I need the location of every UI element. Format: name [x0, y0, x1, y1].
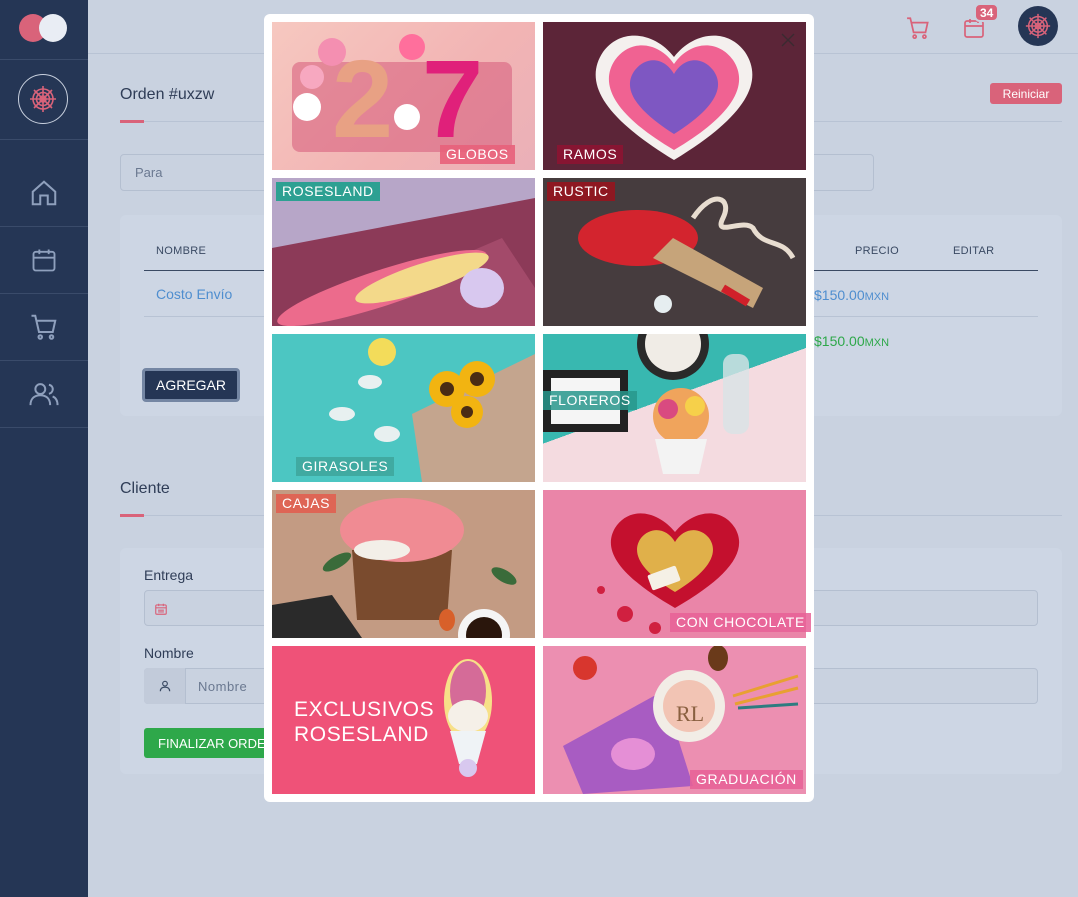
tile-label-con-chocolate: CON CHOCOLATE	[670, 613, 811, 632]
tile-label-girasoles: GIRASOLES	[296, 457, 395, 476]
title-accent	[120, 514, 144, 517]
tile-label-globos: GLOBOS	[440, 145, 515, 164]
sidebar	[0, 0, 88, 897]
divider	[0, 139, 88, 140]
svg-text:7: 7	[422, 38, 483, 161]
finish-order-button[interactable]: FINALIZAR ORDEN	[144, 728, 278, 758]
tile-label-ramos: RAMOS	[557, 145, 624, 164]
profile-avatar[interactable]	[18, 74, 68, 124]
delivery-label: Entrega	[144, 567, 194, 583]
rose-icon	[30, 86, 56, 112]
tile-label-floreros: FLOREROS	[543, 391, 637, 410]
item-link[interactable]: Costo Envío	[156, 286, 232, 302]
tile-label-cajas: CAJAS	[276, 494, 337, 513]
rose-icon	[1025, 13, 1051, 39]
cart-button[interactable]	[906, 16, 932, 45]
column-header-name: NOMBRE	[156, 245, 207, 257]
notification-badge: 34	[974, 3, 1000, 22]
name-placeholder: Nombre	[198, 679, 248, 694]
column-header-price: PRECIO	[855, 245, 899, 257]
row-price: $150.00MXN	[814, 287, 890, 303]
order-title: Orden #uxzw	[120, 86, 215, 103]
column-header-edit: EDITAR	[953, 245, 995, 257]
svg-text:RL: RL	[676, 701, 704, 726]
total-price: $150.00MXN	[814, 333, 890, 349]
cart-icon	[31, 314, 57, 340]
add-button[interactable]: AGREGAR	[142, 368, 240, 402]
tile-label-exclusivos: EXCLUSIVOS ROSESLAND	[294, 698, 435, 746]
tile-label-rustic: RUSTIC	[547, 182, 615, 201]
users-icon	[29, 383, 59, 406]
user-icon	[159, 680, 170, 692]
divider	[0, 59, 88, 60]
calendar-icon	[155, 603, 167, 615]
nav-home[interactable]	[0, 160, 88, 226]
title-accent	[120, 120, 144, 123]
calendar-icon	[32, 249, 56, 272]
logo-icon[interactable]	[19, 14, 67, 42]
divider	[0, 427, 88, 428]
close-icon[interactable]	[778, 30, 798, 50]
tile-label-graduacion: GRADUACIÓN	[690, 770, 803, 789]
user-avatar[interactable]	[1018, 6, 1058, 46]
reset-button[interactable]: Reiniciar	[990, 83, 1062, 104]
name-field-prefix	[144, 668, 186, 704]
svg-text:2: 2	[332, 38, 393, 161]
name-label: Nombre	[144, 645, 194, 661]
nav-cart[interactable]	[0, 294, 88, 360]
client-title: Cliente	[120, 480, 170, 497]
cart-icon	[907, 17, 929, 40]
home-icon	[31, 180, 57, 206]
nav-calendar[interactable]	[0, 227, 88, 293]
tile-label-rosesland: ROSESLAND	[276, 182, 380, 201]
nav-users[interactable]	[0, 361, 88, 427]
